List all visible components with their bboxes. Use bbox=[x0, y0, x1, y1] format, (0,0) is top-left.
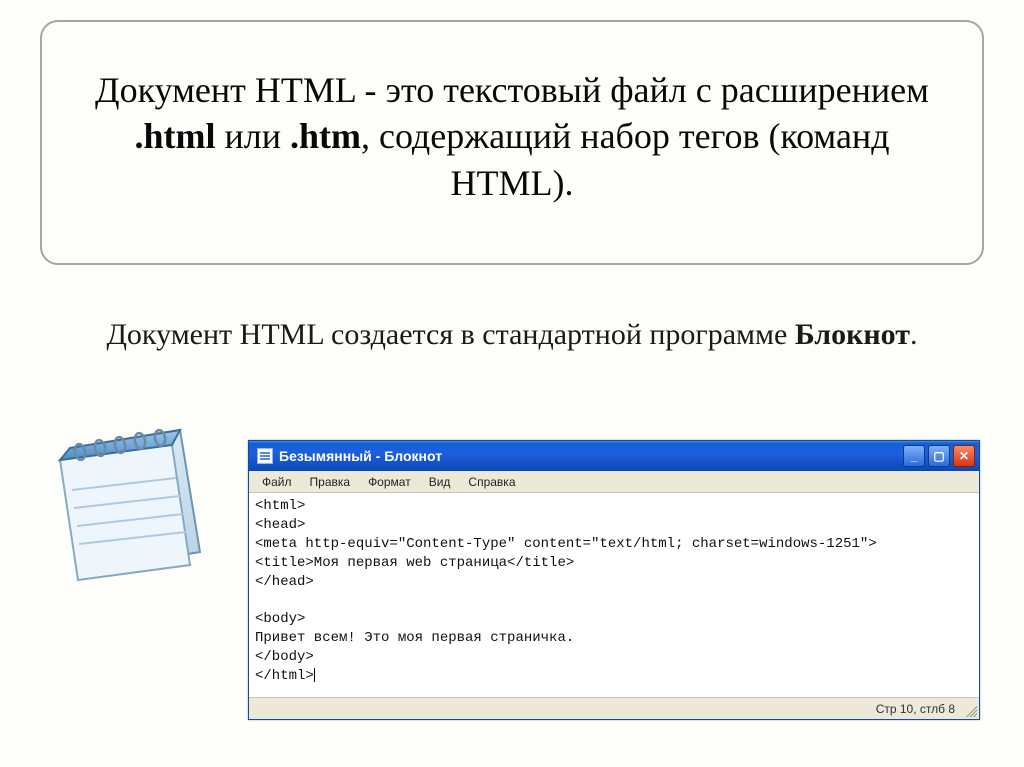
maximize-button[interactable]: ▢ bbox=[928, 445, 950, 467]
close-button[interactable]: ✕ bbox=[953, 445, 975, 467]
definition-text: Документ HTML - это текстовый файл с рас… bbox=[70, 67, 954, 205]
menu-edit[interactable]: Правка bbox=[301, 473, 360, 491]
window-title: Безымянный - Блокнот bbox=[279, 448, 903, 464]
def-part3: , содержащий набор тегов (команд HTML). bbox=[361, 116, 890, 202]
caption-buttons: _ ▢ ✕ bbox=[903, 445, 975, 467]
editor-area[interactable]: <html> <head> <meta http-equiv="Content-… bbox=[249, 493, 979, 697]
menubar: Файл Правка Формат Вид Справка bbox=[249, 471, 979, 493]
mid-bold1: Блокнот bbox=[795, 318, 910, 351]
menu-file[interactable]: Файл bbox=[253, 473, 301, 491]
def-bold2: .htm bbox=[290, 116, 361, 156]
resize-grip-icon[interactable] bbox=[963, 703, 977, 717]
notepad-window: Безымянный - Блокнот _ ▢ ✕ Файл Правка Ф… bbox=[248, 440, 980, 720]
menu-format[interactable]: Формат bbox=[359, 473, 420, 491]
minimize-icon: _ bbox=[911, 449, 918, 463]
close-icon: ✕ bbox=[959, 449, 969, 463]
notepad-icon bbox=[30, 400, 230, 600]
status-caret-pos: Стр 10, стлб 8 bbox=[876, 702, 955, 716]
mid-part2: . bbox=[910, 318, 918, 351]
titlebar[interactable]: Безымянный - Блокнот _ ▢ ✕ bbox=[249, 441, 979, 471]
menu-view[interactable]: Вид bbox=[420, 473, 460, 491]
def-part2: или bbox=[215, 116, 290, 156]
def-bold1: .html bbox=[134, 116, 215, 156]
minimize-button[interactable]: _ bbox=[903, 445, 925, 467]
def-part1: Документ HTML - это текстовый файл с рас… bbox=[95, 70, 929, 110]
definition-box: Документ HTML - это текстовый файл с рас… bbox=[40, 20, 984, 265]
titlebar-app-icon bbox=[257, 448, 273, 464]
statusbar: Стр 10, стлб 8 bbox=[249, 697, 979, 719]
menu-help[interactable]: Справка bbox=[459, 473, 524, 491]
mid-part1: Документ HTML создается в стандартной пр… bbox=[106, 318, 794, 351]
maximize-icon: ▢ bbox=[933, 449, 944, 463]
middle-paragraph: Документ HTML создается в стандартной пр… bbox=[40, 315, 984, 354]
